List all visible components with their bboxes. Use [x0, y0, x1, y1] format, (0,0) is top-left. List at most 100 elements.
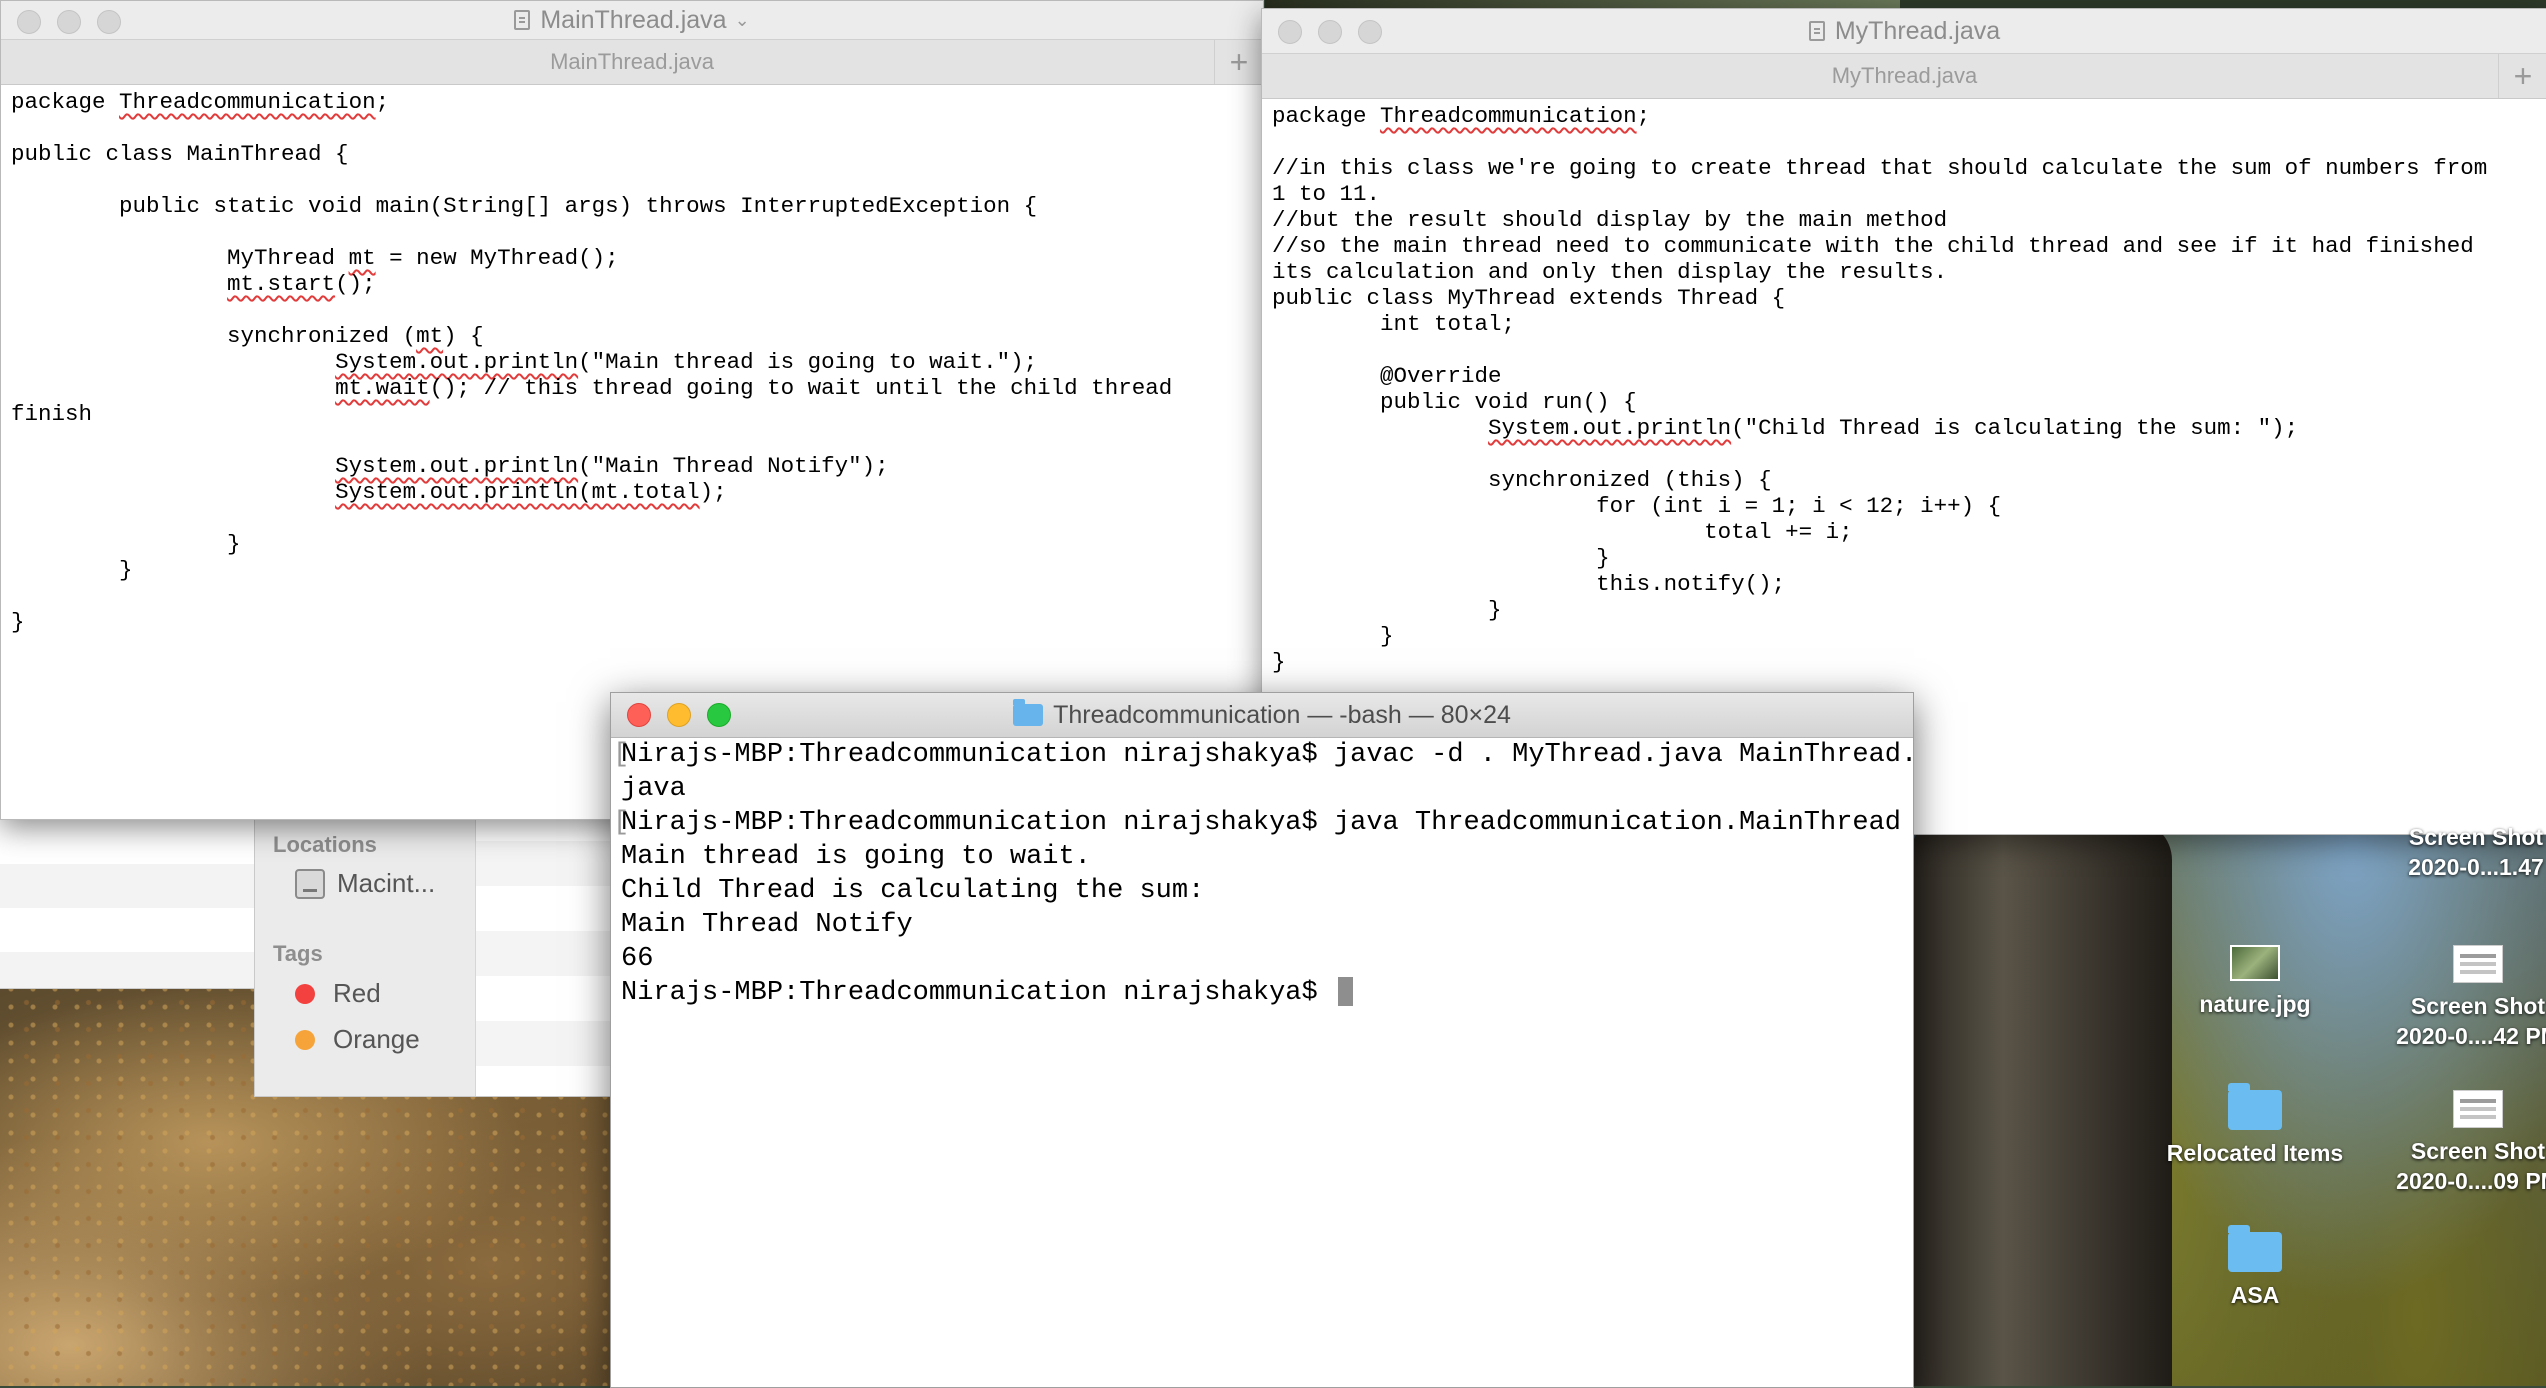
code-line: public static void main(String[] args) t…	[11, 193, 1253, 219]
terminal-line: Main thread is going to wait.	[621, 840, 1903, 874]
nature-label: nature.jpg	[2199, 991, 2311, 1017]
tab-mythread[interactable]: MyThread.java	[1832, 63, 1978, 89]
terminal-text: Main thread is going to wait.	[621, 842, 1091, 872]
close-button[interactable]	[17, 10, 41, 34]
desktop-icon-screenshot-3[interactable]: Screen Shot 2020-0....09 PM	[2378, 1090, 2546, 1196]
mythread-titlebar[interactable]: MyThread.java	[1262, 9, 2546, 53]
desktop-icon-screenshot-2[interactable]: Screen Shot 2020-0....42 PM	[2378, 945, 2546, 1051]
zoom-button[interactable]	[1358, 20, 1382, 44]
photo-icon	[2230, 945, 2280, 981]
code-token: package	[11, 89, 120, 115]
wallpaper-tree-trunk	[1912, 820, 2172, 1386]
code-token: synchronized (this) {	[1272, 467, 1772, 493]
terminal-titlebar[interactable]: Threadcommunication — -bash — 80×24	[611, 693, 1913, 738]
code-token: public void run() {	[1272, 389, 1637, 415]
terminal-output[interactable]: [Nirajs-MBP:Threadcommunication nirajsha…	[611, 738, 1913, 1010]
terminal-line: [Nirajs-MBP:Threadcommunication nirajsha…	[613, 738, 1913, 772]
code-line: package Threadcommunication;	[11, 89, 1253, 115]
code-token: //in this class we're going to create th…	[1272, 155, 2488, 181]
code-line: }	[1272, 545, 2537, 571]
terminal-text: Child Thread is calculating the sum:	[621, 876, 1205, 906]
folder-icon	[1013, 699, 1044, 726]
terminal-prompt: Nirajs-MBP:Threadcommunication nirajshak…	[621, 978, 1334, 1008]
screenshot-icon	[2453, 945, 2503, 983]
code-editor[interactable]: package Threadcommunication; public class…	[1, 85, 1263, 639]
minimize-button[interactable]	[57, 10, 81, 34]
zoom-button[interactable]	[707, 703, 731, 727]
code-line: public class MainThread {	[11, 141, 1253, 167]
spelling-flagged-token: System.out.println	[1488, 415, 1732, 441]
terminal-line: Main Thread Notify	[621, 908, 1903, 942]
code-token: total += i;	[1272, 519, 1853, 545]
close-button[interactable]	[1278, 20, 1302, 44]
code-token: ("Child Thread is calculating the sum: "…	[1731, 415, 2299, 441]
sidebar-item-tag-orange[interactable]: Orange	[295, 1024, 420, 1055]
code-token: finish	[11, 401, 93, 427]
code-line: System.out.println("Main Thread Notify")…	[11, 453, 1253, 479]
minimize-button[interactable]	[667, 703, 691, 727]
close-button[interactable]	[627, 703, 651, 727]
desktop-icon-nature[interactable]: nature.jpg	[2155, 945, 2355, 1019]
code-token: ;	[375, 89, 390, 115]
window-title: MyThread.java	[1834, 16, 2001, 45]
window-controls	[1278, 20, 1382, 44]
terminal-line: Child Thread is calculating the sum:	[621, 874, 1903, 908]
mainthread-titlebar[interactable]: MainThread.java ⌄	[1, 1, 1263, 39]
finder-file-list[interactable]	[476, 796, 615, 1096]
text-cursor	[1337, 977, 1353, 1007]
desktop-icon-asa[interactable]: ASA	[2155, 1225, 2355, 1310]
finder-sidebar: Locations Macint... Tags Red Orange	[255, 796, 476, 1096]
code-token: }	[1272, 649, 1286, 675]
code-line: }	[11, 609, 1253, 635]
code-line: }	[11, 557, 1253, 583]
sidebar-item-macintosh-hd[interactable]: Macint...	[295, 868, 435, 899]
code-line: total += i;	[1272, 519, 2537, 545]
code-token: }	[11, 531, 241, 557]
folder-icon	[2228, 1225, 2282, 1272]
code-line: its calculation and only then display th…	[1272, 259, 2537, 285]
code-line: //so the main thread need to communicate…	[1272, 233, 2537, 259]
spelling-flagged-token: Threadcommunication	[119, 89, 376, 115]
code-token: its calculation and only then display th…	[1272, 259, 1948, 285]
code-token: ;	[1636, 103, 1651, 129]
tab-mainthread[interactable]: MainThread.java	[550, 49, 714, 75]
chevron-down-icon[interactable]: ⌄	[735, 10, 750, 31]
new-tab-button[interactable]: +	[1214, 40, 1263, 84]
code-line: public class MyThread extends Thread {	[1272, 285, 2537, 311]
locations-header: Locations	[273, 832, 377, 857]
window-controls	[627, 703, 731, 727]
tags-header: Tags	[273, 941, 323, 966]
code-token: ();	[335, 271, 376, 297]
desktop-icon-screenshot-1[interactable]: Screen Shot 2020-0...1.47	[2376, 822, 2546, 882]
screenshot-icon	[2453, 1090, 2503, 1128]
sidebar-item-tag-red[interactable]: Red	[295, 978, 381, 1009]
code-token: 1 to 11.	[1272, 181, 1381, 207]
terminal-text: Nirajs-MBP:Threadcommunication nirajshak…	[621, 808, 1914, 838]
new-tab-button[interactable]: +	[2498, 54, 2546, 98]
line-mark: [	[613, 808, 630, 838]
code-token: package	[1272, 103, 1381, 129]
code-line: //but the result should display by the m…	[1272, 207, 2537, 233]
code-line: this.notify();	[1272, 571, 2537, 597]
code-line: }	[11, 531, 1253, 557]
code-line: }	[1272, 597, 2537, 623]
code-token: this.notify();	[1272, 571, 1786, 597]
code-token: ) {	[443, 323, 484, 349]
code-editor[interactable]: package Threadcommunication; //in this cl…	[1262, 99, 2546, 679]
zoom-button[interactable]	[97, 10, 121, 34]
spelling-flagged-token: mt	[416, 323, 444, 349]
code-line: for (int i = 1; i < 12; i++) {	[1272, 493, 2537, 519]
code-token: ("Main thread is going to wait.");	[578, 349, 1038, 375]
minimize-button[interactable]	[1318, 20, 1342, 44]
spelling-flagged-token: System.out.println(mt.total	[335, 479, 700, 505]
orange-tag-icon	[295, 1029, 315, 1050]
desktop-icon-relocated-items[interactable]: Relocated Items	[2155, 1083, 2355, 1168]
